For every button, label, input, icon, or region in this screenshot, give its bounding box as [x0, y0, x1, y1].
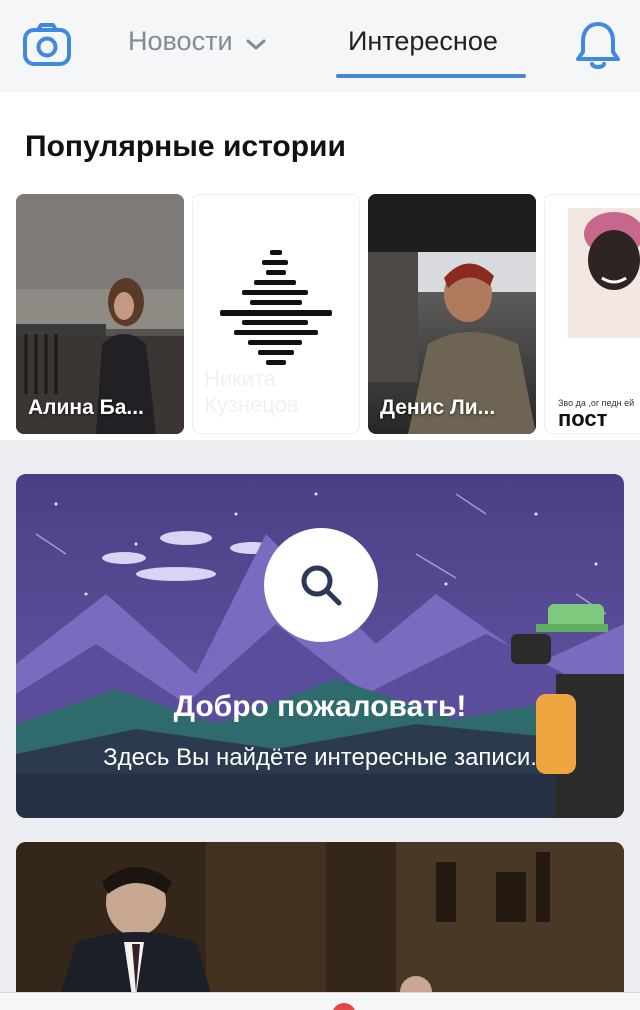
tab-news-label: Новости: [128, 26, 233, 56]
tab-news[interactable]: Новости: [128, 26, 266, 58]
story-card[interactable]: Никита Кузнецов: [192, 194, 360, 434]
welcome-subtitle: Здесь Вы найдёте интересные записи.: [103, 744, 537, 771]
story-author-name: Алина Ба...: [28, 396, 144, 419]
tab-interesting-label: Интересное: [348, 26, 498, 56]
post-image: [16, 842, 624, 1010]
tab-interesting[interactable]: Интересное: [348, 26, 498, 57]
welcome-title: Добро пожаловать!: [173, 690, 467, 723]
search-button[interactable]: [264, 528, 378, 642]
section-title: Популярные истории: [25, 130, 346, 163]
post-card[interactable]: [16, 842, 624, 1010]
welcome-card: Добро пожаловать! Здесь Вы найдёте интер…: [16, 474, 624, 818]
search-icon: [301, 565, 342, 606]
popular-stories-section: Популярные истории Алина Ба... Никита Ку…: [0, 92, 640, 440]
story-author-name: Никита Кузнецов: [204, 366, 299, 417]
top-bar: Новости Интересное: [0, 0, 640, 92]
story-author-name: Денис Ли...: [380, 396, 496, 419]
bottom-tab-bar: [0, 992, 640, 1010]
story-card[interactable]: Алина Ба...: [16, 194, 184, 434]
story-author-name: пост: [558, 406, 608, 431]
story-card[interactable]: Денис Ли...: [368, 194, 536, 434]
camera-icon[interactable]: [22, 22, 72, 68]
chevron-down-icon[interactable]: [246, 27, 266, 58]
active-tab-indicator: [336, 74, 526, 78]
bell-icon[interactable]: [574, 20, 622, 72]
story-card[interactable]: Зво да ,ог педн ей пост: [544, 194, 640, 434]
